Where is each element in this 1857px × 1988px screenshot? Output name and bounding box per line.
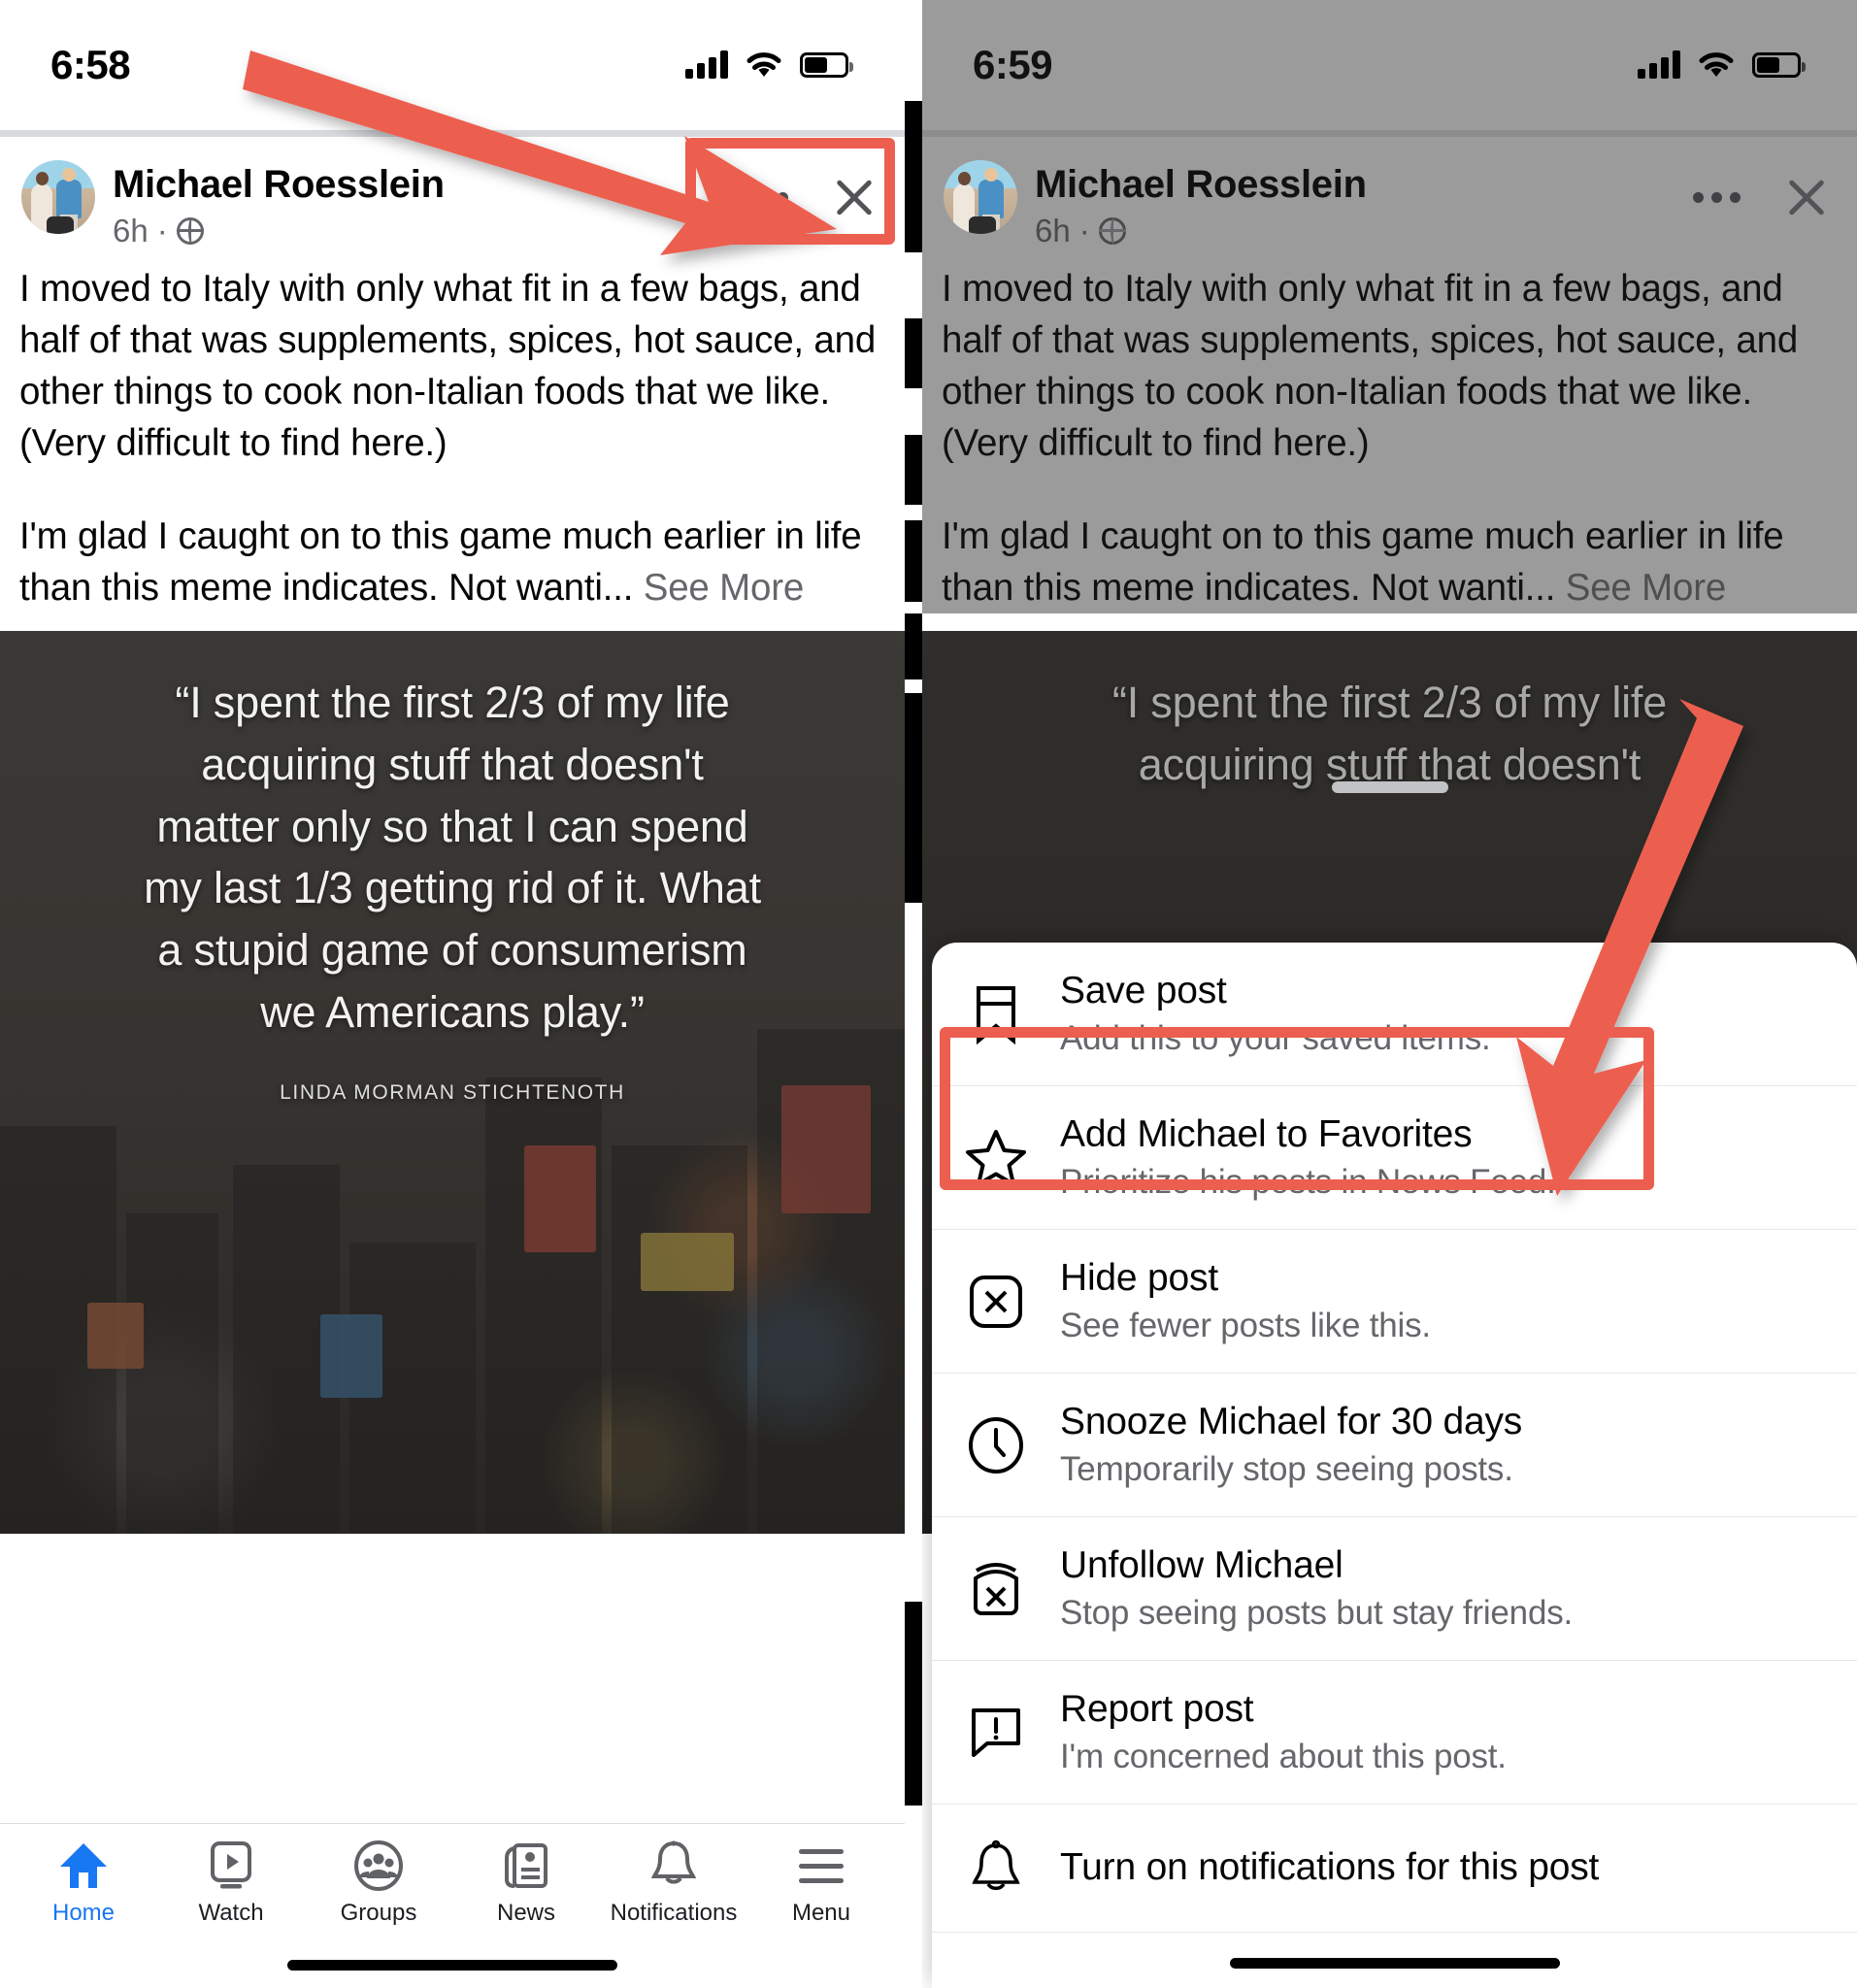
see-more-link[interactable]: See More bbox=[644, 567, 805, 609]
annotation-arrow-right bbox=[1516, 699, 1743, 1196]
home-icon bbox=[58, 1839, 109, 1892]
post-text-right: I moved to Italy with only what fit in a… bbox=[922, 255, 1857, 613]
sheet-item-title: Snooze Michael for 30 days bbox=[1060, 1401, 1523, 1443]
gutter-sliver bbox=[905, 1806, 922, 1988]
post-paragraph-2: I'm glad I caught on to this game much e… bbox=[19, 514, 862, 609]
wifi-icon bbox=[1698, 51, 1735, 79]
see-more-link[interactable]: See More bbox=[1566, 567, 1727, 609]
header-divider-right bbox=[922, 130, 1857, 137]
gutter-sliver bbox=[905, 252, 922, 318]
sheet-item-subtitle: Stop seeing posts but stay friends. bbox=[1060, 1593, 1574, 1632]
sheet-item-title: Save post bbox=[1060, 970, 1227, 1012]
nav-tab-notifications[interactable]: Notifications bbox=[601, 1839, 746, 1927]
groups-icon bbox=[353, 1839, 404, 1892]
post-text-left: I moved to Italy with only what fit in a… bbox=[0, 255, 905, 613]
screenshot-stage: 6:58 Michael Roesslein 6h · I moved to I… bbox=[0, 0, 1857, 1988]
nav-label: Menu bbox=[791, 1900, 851, 1926]
meme-attribution: LINDA MORMAN STICHTENOTH bbox=[280, 1081, 625, 1105]
meme-line: “I spent the first 2/3 of my life bbox=[175, 677, 730, 727]
meta-separator: · bbox=[1078, 213, 1090, 248]
post-header-actions-right bbox=[1693, 156, 1836, 220]
avatar[interactable] bbox=[944, 160, 1017, 234]
home-indicator-right bbox=[1229, 1958, 1560, 1969]
signal-bars-icon bbox=[1638, 50, 1680, 79]
sheet-item-title: Unfollow Michael bbox=[1060, 1544, 1343, 1587]
bell-icon bbox=[650, 1839, 697, 1892]
meme-quote-text: “I spent the first 2/3 of my life acquir… bbox=[0, 631, 905, 1534]
meme-line: we Americans play.” bbox=[260, 987, 645, 1038]
sheet-item-turn-on-notifications[interactable]: Turn on notifications for this post bbox=[932, 1805, 1857, 1933]
gutter-sliver bbox=[905, 505, 922, 520]
clock-icon bbox=[961, 1410, 1031, 1480]
nav-label: Notifications bbox=[610, 1900, 738, 1926]
clock-right: 6:59 bbox=[973, 42, 1053, 87]
post-meta: 6h · bbox=[1035, 213, 1367, 249]
avatar[interactable] bbox=[21, 160, 95, 234]
meme-line: acquiring stuff that doesn't bbox=[201, 739, 704, 789]
bottom-navigation-left: Home Watch Groups News Notifications Men… bbox=[0, 1823, 905, 1988]
more-options-icon[interactable] bbox=[1693, 191, 1741, 203]
nav-tab-groups[interactable]: Groups bbox=[306, 1839, 451, 1927]
post-timestamp: 6h bbox=[113, 213, 149, 248]
gutter-sliver bbox=[905, 903, 922, 1602]
annotation-highlight-right bbox=[940, 1027, 1654, 1190]
status-bar-right: 6:59 bbox=[922, 0, 1857, 130]
nav-tab-home[interactable]: Home bbox=[11, 1839, 156, 1927]
hide-x-icon bbox=[961, 1267, 1031, 1337]
sheet-item-title: Report post bbox=[1060, 1688, 1254, 1731]
status-icons-right bbox=[1638, 50, 1806, 79]
gutter-sliver bbox=[905, 679, 922, 693]
post-author-name[interactable]: Michael Roesslein bbox=[1035, 162, 1367, 207]
sheet-item-subtitle: See fewer posts like this. bbox=[1060, 1306, 1431, 1344]
close-icon[interactable] bbox=[1783, 174, 1830, 220]
home-indicator-left bbox=[287, 1960, 617, 1971]
bell-outline-icon bbox=[961, 1834, 1031, 1904]
watch-icon bbox=[207, 1839, 255, 1892]
sheet-item-title: Turn on notifications for this post bbox=[1060, 1846, 1600, 1889]
sheet-item-snooze[interactable]: Snooze Michael for 30 days Temporarily s… bbox=[932, 1374, 1857, 1517]
meme-line: my last 1/3 getting rid of it. What bbox=[144, 863, 761, 913]
meta-separator: · bbox=[156, 213, 168, 248]
sheet-item-report-post[interactable]: Report post I'm concerned about this pos… bbox=[932, 1661, 1857, 1805]
sheet-grab-handle[interactable] bbox=[1331, 780, 1448, 793]
globe-icon bbox=[1098, 217, 1126, 245]
meme-line: a stupid game of consumerism bbox=[157, 925, 747, 976]
sheet-item-title: Hide post bbox=[1060, 1257, 1218, 1300]
unfollow-icon bbox=[961, 1554, 1031, 1624]
clock-left: 6:58 bbox=[50, 42, 131, 87]
nav-tab-news[interactable]: News bbox=[453, 1839, 599, 1927]
post-header-right: Michael Roesslein 6h · bbox=[922, 137, 1857, 255]
left-phone-screen: 6:58 Michael Roesslein 6h · I moved to I… bbox=[0, 0, 905, 1988]
nav-label: Watch bbox=[198, 1900, 264, 1926]
gutter-sliver bbox=[905, 388, 922, 435]
online-status-dot bbox=[87, 230, 95, 234]
post-image-left[interactable]: “I spent the first 2/3 of my life acquir… bbox=[0, 630, 905, 1534]
post-author-block: Michael Roesslein 6h · bbox=[1035, 156, 1367, 249]
sheet-item-subtitle: Temporarily stop seeing posts. bbox=[1060, 1449, 1513, 1488]
nav-label: Home bbox=[51, 1900, 116, 1926]
nav-tab-menu[interactable]: Menu bbox=[748, 1839, 894, 1927]
post-paragraph-2: I'm glad I caught on to this game much e… bbox=[942, 514, 1784, 609]
nav-label: News bbox=[496, 1900, 555, 1926]
sheet-item-unfollow[interactable]: Unfollow Michael Stop seeing posts but s… bbox=[932, 1517, 1857, 1661]
report-icon bbox=[961, 1698, 1031, 1768]
battery-icon bbox=[1752, 52, 1806, 78]
online-status-dot bbox=[1010, 230, 1017, 234]
sheet-item-hide-post[interactable]: Hide post See fewer posts like this. bbox=[932, 1230, 1857, 1374]
post-timestamp: 6h bbox=[1035, 213, 1071, 248]
news-icon bbox=[501, 1839, 551, 1892]
annotation-highlight-left bbox=[685, 138, 895, 245]
nav-tab-watch[interactable]: Watch bbox=[158, 1839, 304, 1927]
nav-label: Groups bbox=[340, 1900, 417, 1926]
gutter-sliver bbox=[905, 602, 922, 613]
meme-line: matter only so that I can spend bbox=[156, 801, 748, 851]
post-paragraph-1: I moved to Italy with only what fit in a… bbox=[942, 268, 1799, 465]
post-paragraph-1: I moved to Italy with only what fit in a… bbox=[19, 268, 877, 465]
sheet-item-subtitle: I'm concerned about this post. bbox=[1060, 1737, 1507, 1775]
gutter-sliver bbox=[905, 0, 922, 101]
hamburger-icon bbox=[796, 1839, 846, 1892]
globe-icon bbox=[176, 217, 204, 245]
